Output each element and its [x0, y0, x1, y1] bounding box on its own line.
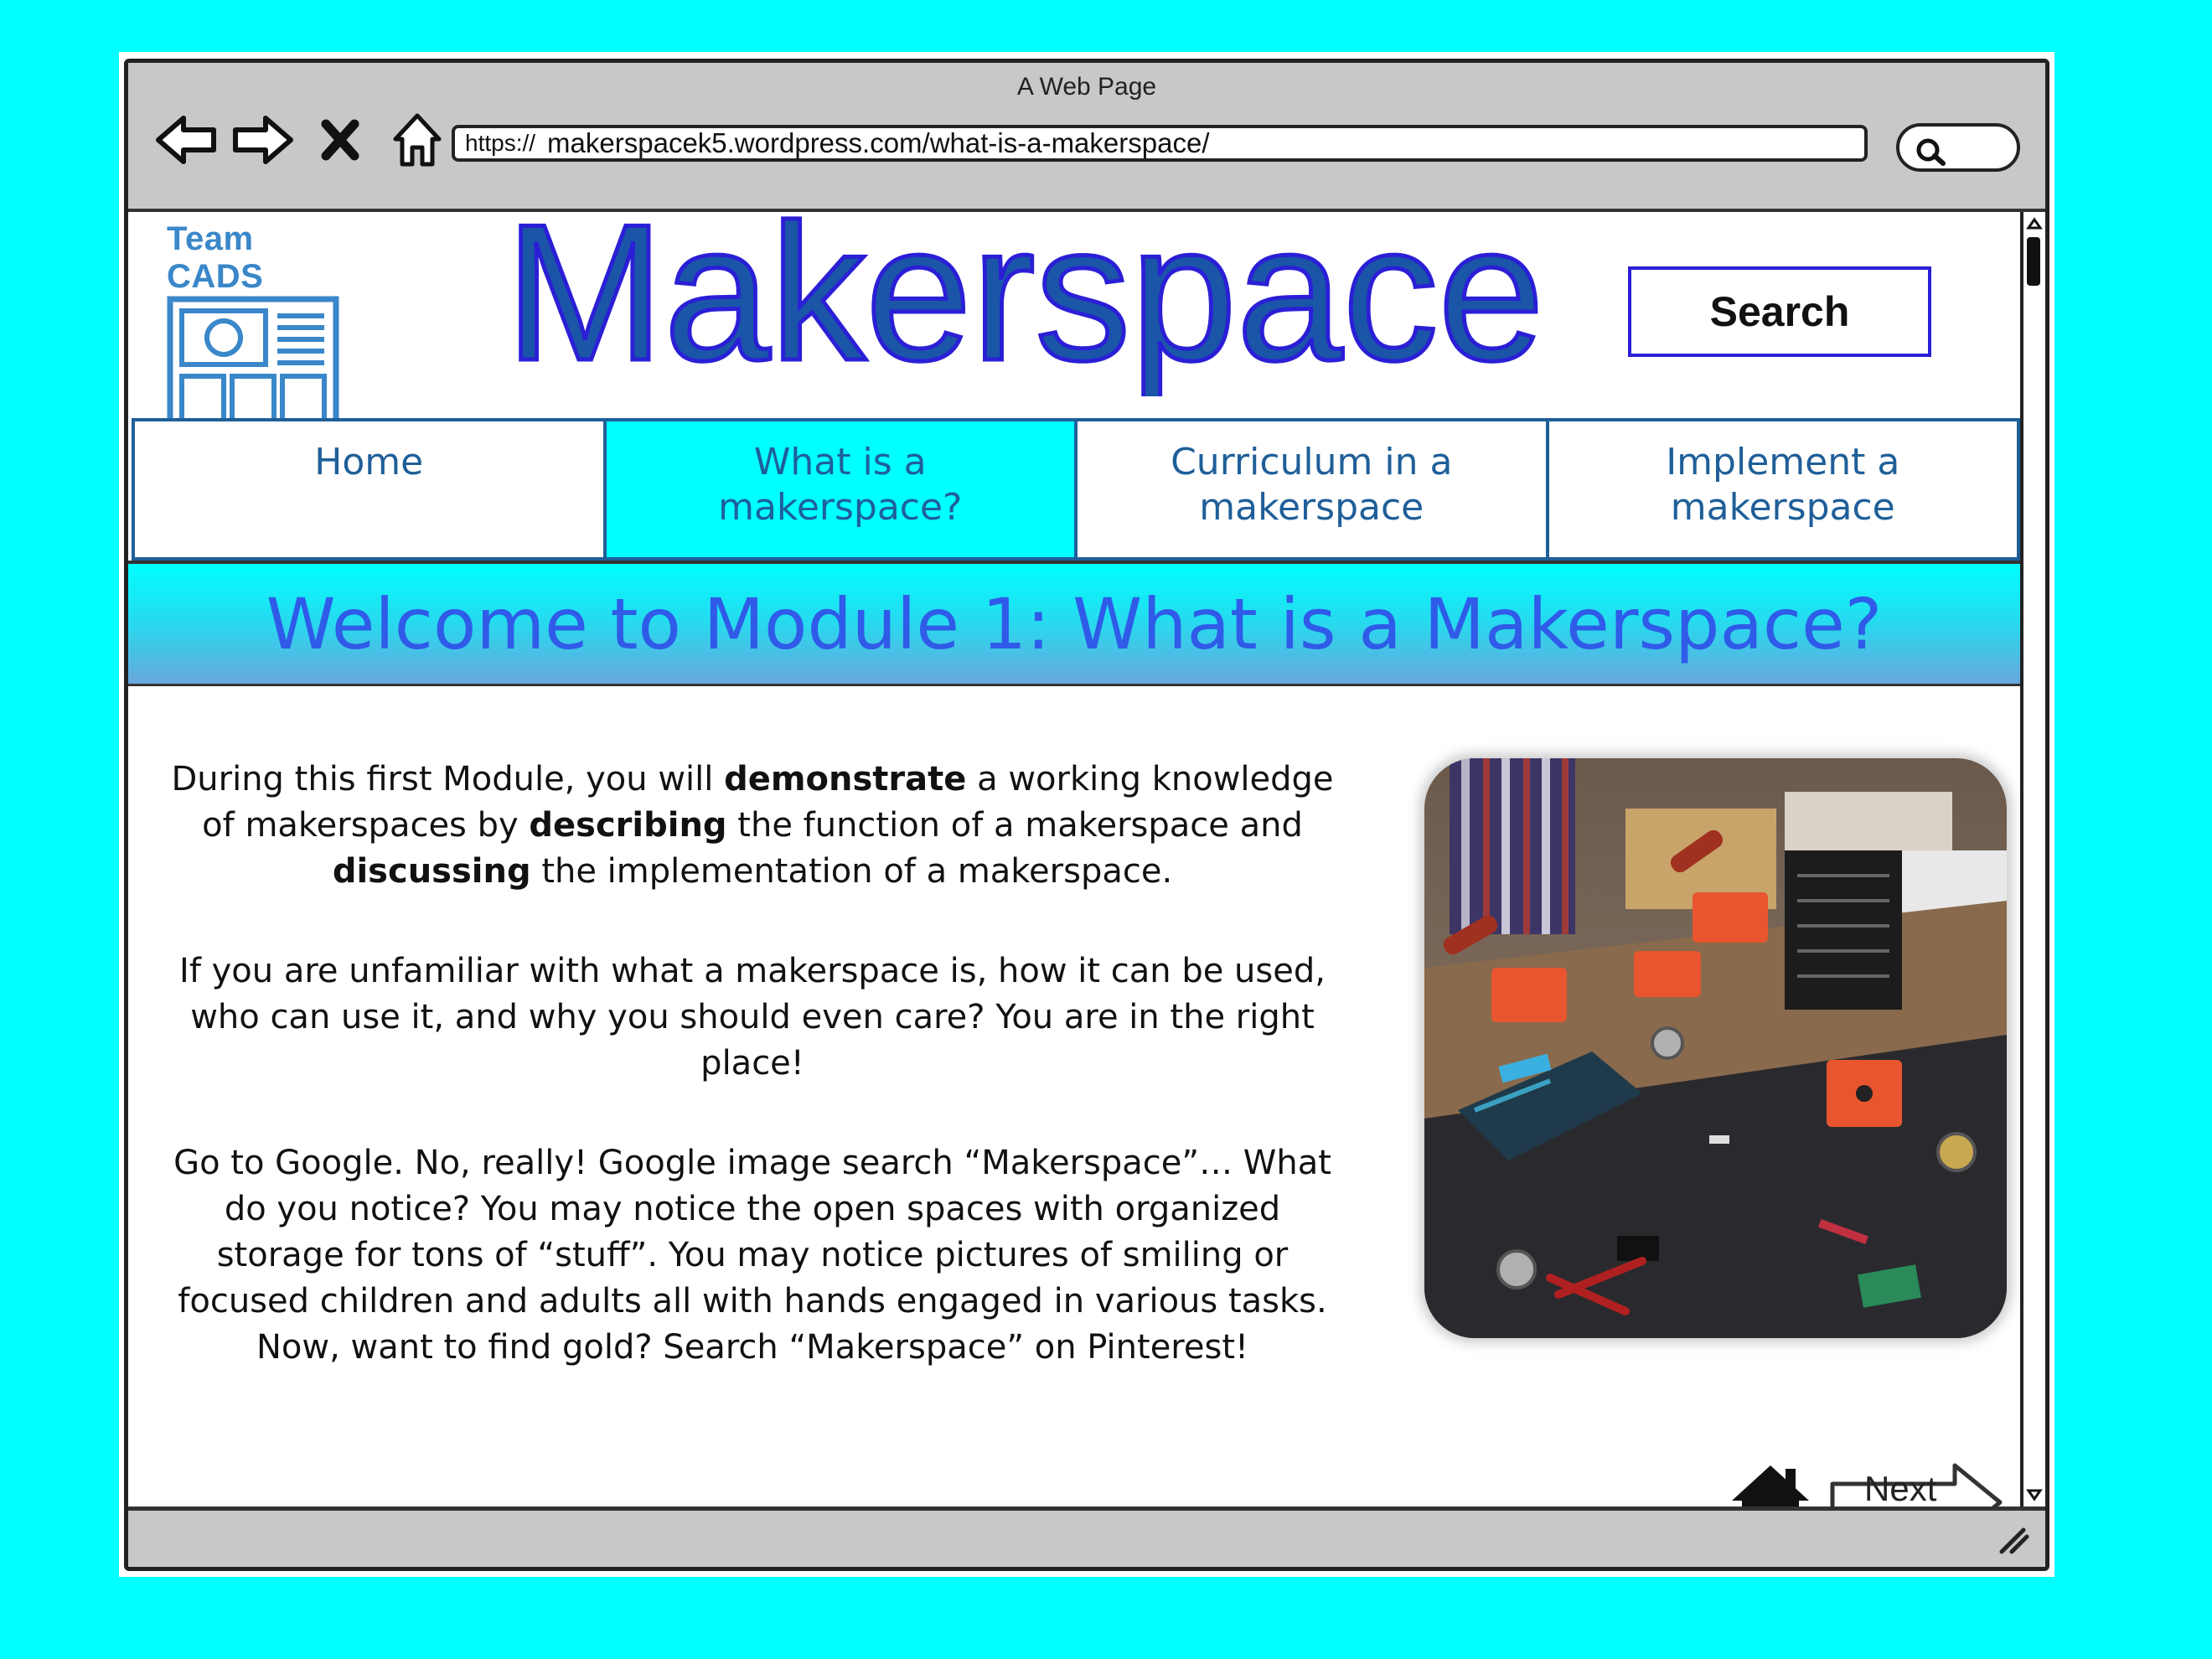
browser-nav-controls: [153, 106, 450, 173]
nav-item-what-is-a-makerspace[interactable]: What is a makerspace?: [606, 421, 1078, 557]
module-banner: Welcome to Module 1: What is a Makerspac…: [128, 561, 2020, 686]
nav-item-label: Implement a: [1666, 441, 1900, 483]
next-label: Next: [1864, 1469, 1937, 1508]
site-logo[interactable]: Team CADS: [167, 220, 359, 437]
close-x-icon[interactable]: [308, 107, 373, 173]
back-arrow-icon[interactable]: [153, 107, 219, 173]
unfamiliar-paragraph: If you are unfamiliar with what a makers…: [179, 952, 1326, 1083]
browser-search-field[interactable]: [1896, 123, 2020, 172]
nav-item-curriculum[interactable]: Curriculum in a makerspace: [1078, 421, 1549, 557]
vertical-scrollbar[interactable]: [2020, 212, 2045, 1507]
bold-text: describing: [529, 806, 727, 845]
main-navigation: Home What is a makerspace? Curriculum in…: [132, 418, 2020, 561]
nav-item-label: Home: [314, 441, 424, 483]
search-icon: [1916, 138, 1946, 166]
text-run: During this first Module, you will: [171, 760, 725, 798]
url-scheme: https://: [465, 130, 536, 156]
nav-item-label: makerspace?: [718, 486, 963, 529]
google-paragraph: Go to Google. No, really! Google image s…: [173, 1144, 1331, 1367]
browser-toolbar: A Web Page https:// makerspacek5.wordpre…: [128, 63, 2045, 212]
browser-window: A Web Page https:// makerspacek5.wordpre…: [124, 59, 2049, 1571]
soldering-workbench-photo: [1424, 758, 2007, 1338]
site-search-button[interactable]: Search: [1628, 266, 1931, 357]
bold-text: discussing: [332, 852, 531, 891]
layout-icon: [167, 296, 339, 437]
resize-grip-icon[interactable]: [1997, 1525, 2030, 1555]
site-title-text: Makerspace: [505, 204, 1544, 396]
url-text: makerspacek5.wordpress.com/what-is-a-mak…: [547, 127, 1210, 158]
slide-background: A Web Page https:// makerspacek5.wordpre…: [0, 0, 2212, 1659]
scroll-up-icon[interactable]: [2026, 215, 2043, 232]
browser-status-bar: [128, 1507, 2045, 1567]
scroll-thumb[interactable]: [2027, 237, 2040, 286]
logo-text: Team CADS: [167, 220, 264, 295]
nav-item-label: makerspace: [1670, 486, 1895, 529]
site-title: Makerspace: [504, 204, 1547, 396]
module-intro-text: During this first Module, you will demon…: [162, 757, 1343, 1424]
nav-item-label: Curriculum in a: [1171, 441, 1453, 483]
nav-item-label: makerspace: [1199, 486, 1424, 529]
text-run: the function of a makerspace and: [726, 806, 1303, 845]
home-icon[interactable]: [385, 107, 450, 173]
intro-paragraph: During this first Module, you will demon…: [162, 757, 1343, 895]
address-bar[interactable]: https:// makerspacek5.wordpress.com/what…: [452, 125, 1868, 162]
nav-item-implement[interactable]: Implement a makerspace: [1548, 421, 2017, 557]
bold-text: demonstrate: [724, 760, 967, 798]
nav-item-label: What is a: [753, 441, 927, 483]
page-viewport: Team CADS Makerspace Search Home What is…: [128, 204, 2020, 1542]
nav-item-home[interactable]: Home: [135, 421, 607, 557]
window-title: A Web Page: [1016, 73, 1157, 101]
scroll-down-icon[interactable]: [2026, 1486, 2043, 1503]
text-run: the implementation of a makerspace.: [530, 852, 1173, 891]
forward-arrow-icon[interactable]: [230, 107, 296, 173]
